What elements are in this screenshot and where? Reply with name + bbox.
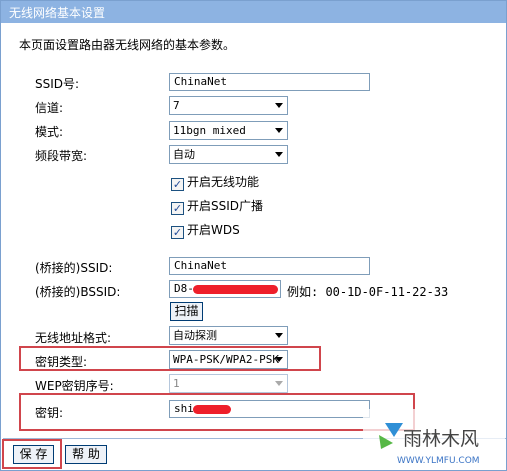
bandwidth-value: 自动 [173,148,195,161]
ssid-label: SSID号: [35,77,80,91]
channel-value: 7 [173,99,180,112]
settings-panel: 无线网络基本设置 本页面设置路由器无线网络的基本参数。 SSID号: China… [0,0,507,471]
watermark-brand: 雨林木风 [403,428,479,450]
key-type-label: 密钥类型: [35,355,88,369]
bssid-value: D8- [174,282,194,295]
mode-value: 11bgn mixed [173,124,246,137]
checkmark-icon: ✓ [171,202,184,215]
wep-index-label: WEP密钥序号: [35,379,114,393]
chevron-down-icon [275,357,283,362]
wep-index-value: 1 [173,377,180,390]
chevron-down-icon [275,128,283,133]
address-format-value: 自动探测 [173,329,217,342]
key-label: 密钥: [35,406,64,420]
channel-select[interactable]: 7 [169,96,288,115]
chevron-down-icon [275,333,283,338]
bandwidth-label: 频段带宽: [35,149,88,163]
chevron-down-icon [275,103,283,108]
key-type-value: WPA-PSK/WPA2-PSK [173,353,279,366]
checkmark-icon: ✓ [171,178,184,191]
key-value: shi [174,402,194,415]
scan-button[interactable]: 扫描 [170,302,203,321]
bandwidth-select[interactable]: 自动 [169,145,288,164]
chevron-down-icon [275,152,283,157]
enable-ssid-broadcast-checkbox[interactable]: ✓ 开启SSID广播 [171,197,263,215]
checkbox-label: 开启WDS [187,223,240,237]
watermark-url: WWW.YLMFU.COM [397,456,480,466]
checkbox-label: 开启SSID广播 [187,199,264,213]
enable-wds-checkbox[interactable]: ✓ 开启WDS [171,221,240,239]
intro-text: 本页面设置路由器无线网络的基本参数。 [19,38,236,52]
address-format-select[interactable]: 自动探测 [169,326,288,345]
mode-label: 模式: [35,125,64,139]
address-format-label: 无线地址格式: [35,331,112,345]
ssid-input[interactable]: ChinaNet [169,73,370,91]
mode-select[interactable]: 11bgn mixed [169,121,288,140]
bridge-ssid-input[interactable]: ChinaNet [169,257,370,275]
bridge-bssid-label: (桥接的)BSSID: [35,285,121,299]
bssid-example: 例如: 00-1D-0F-11-22-33 [287,285,449,299]
channel-label: 信道: [35,101,64,115]
redaction-mark [193,285,278,294]
watermark-logo: 雨林木风 WWW.YLMFU.COM [363,409,505,469]
bridge-ssid-label: (桥接的)SSID: [35,261,113,275]
checkbox-label: 开启无线功能 [187,175,260,189]
enable-wireless-checkbox[interactable]: ✓ 开启无线功能 [171,173,259,191]
save-button[interactable]: 保 存 [13,445,54,464]
help-button[interactable]: 帮 助 [65,445,107,464]
chevron-down-icon [275,381,283,386]
panel-title: 无线网络基本设置 [1,1,506,23]
wep-index-select[interactable]: 1 [169,374,288,393]
key-type-select[interactable]: WPA-PSK/WPA2-PSK [169,350,288,369]
checkmark-icon: ✓ [171,226,184,239]
redaction-mark [193,405,231,414]
